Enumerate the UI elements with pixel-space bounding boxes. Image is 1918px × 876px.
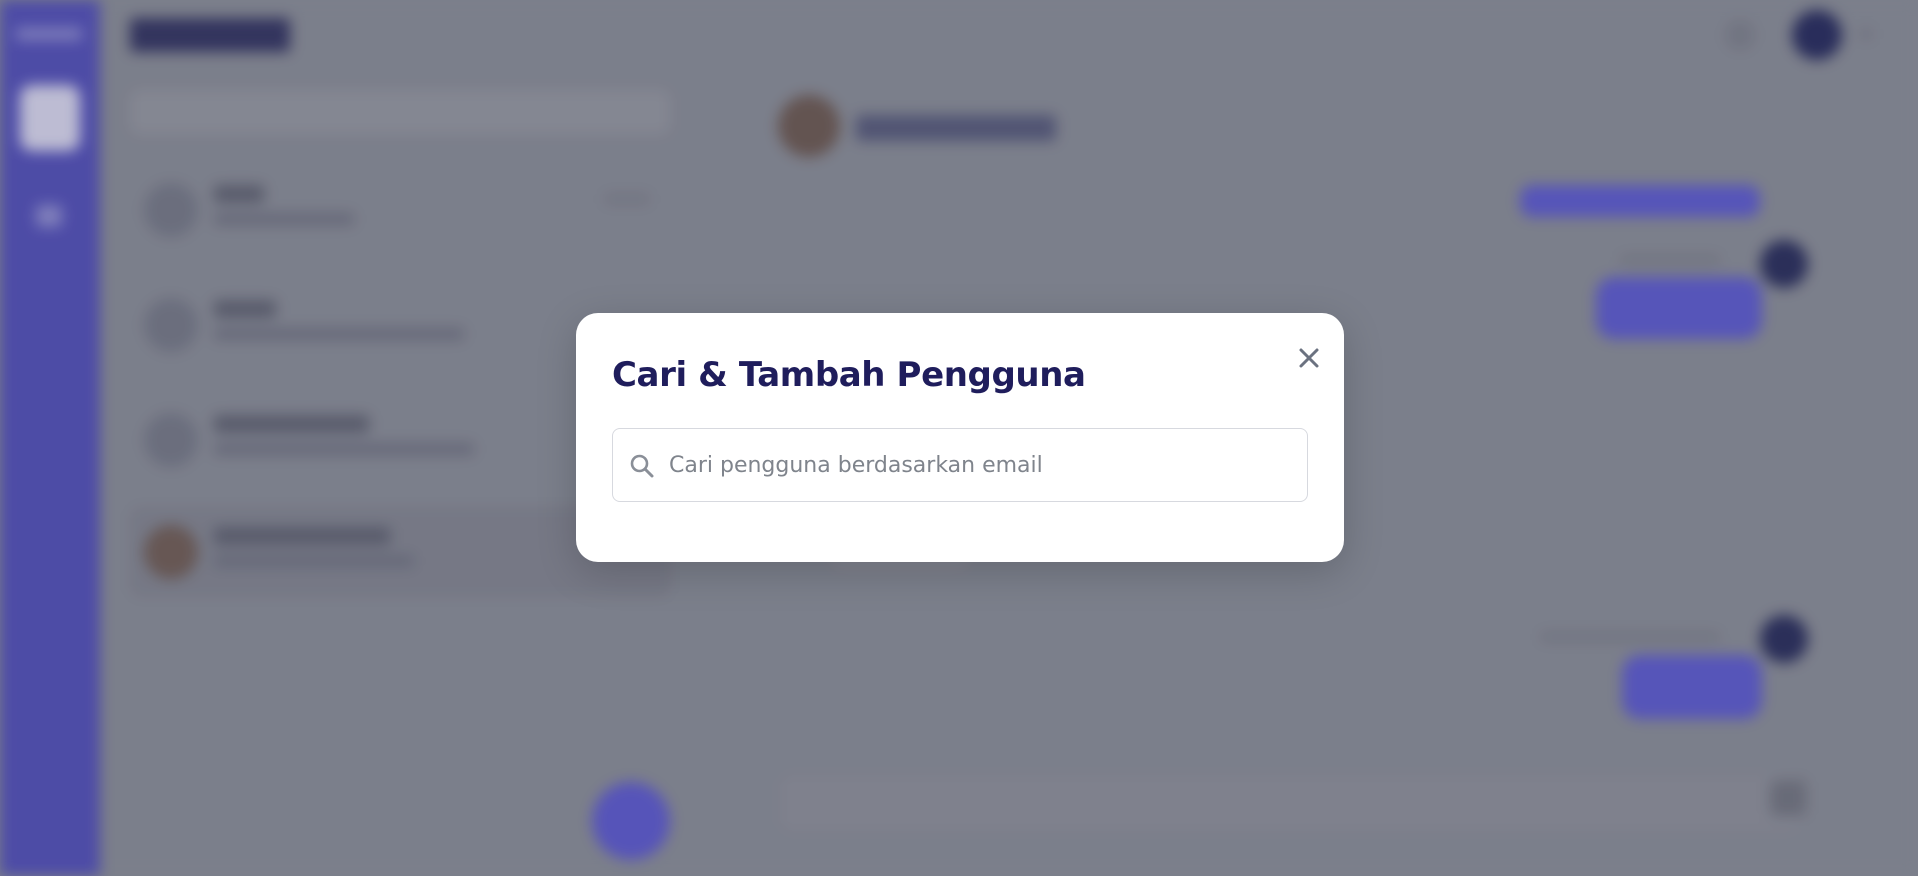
search-icon: [630, 454, 654, 478]
search-user-modal: Cari & Tambah Pengguna: [576, 313, 1344, 562]
email-search-input[interactable]: [669, 429, 1289, 501]
close-button[interactable]: [1294, 343, 1324, 373]
close-icon: [1299, 348, 1319, 368]
search-field[interactable]: [612, 428, 1308, 502]
modal-title: Cari & Tambah Pengguna: [612, 355, 1086, 395]
